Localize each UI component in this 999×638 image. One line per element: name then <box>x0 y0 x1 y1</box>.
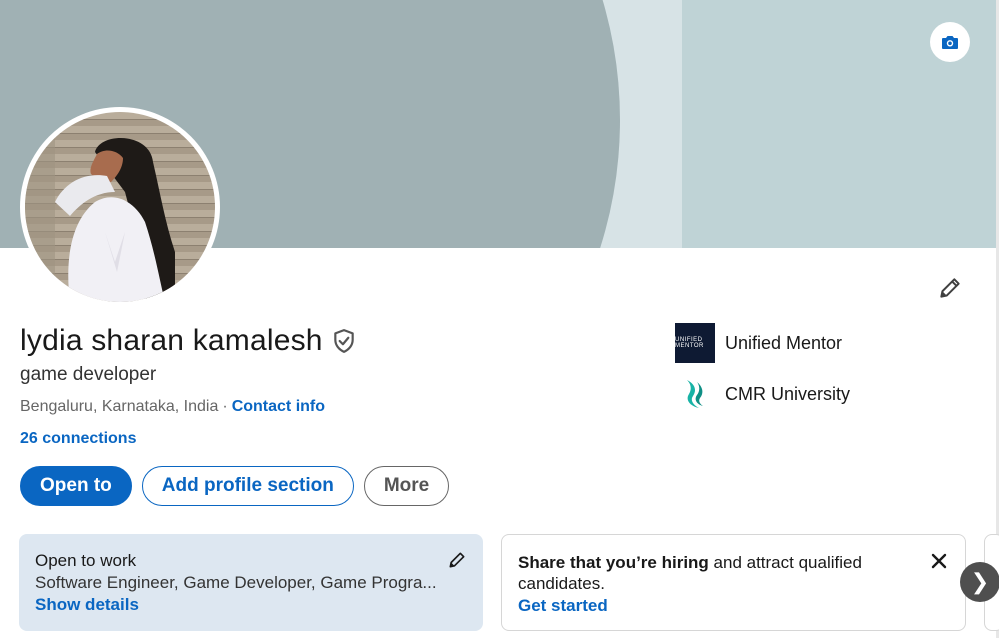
org-name: Unified Mentor <box>725 332 843 353</box>
show-details-link[interactable]: Show details <box>35 595 139 615</box>
edit-open-to-work-button[interactable] <box>445 548 469 572</box>
org-name: CMR University <box>725 383 851 404</box>
hiring-message-bold: Share that you’re hiring <box>518 553 709 572</box>
avatar[interactable] <box>20 107 220 307</box>
shield-check-icon[interactable] <box>331 328 357 354</box>
pencil-icon <box>940 278 960 298</box>
add-profile-section-button[interactable]: Add profile section <box>141 466 354 506</box>
open-to-button[interactable]: Open to <box>20 466 132 506</box>
more-button[interactable]: More <box>363 466 450 506</box>
open-to-work-card[interactable]: Open to work Software Engineer, Game Dev… <box>19 534 483 631</box>
profile-actions: Open to Add profile section More <box>20 466 450 506</box>
location-separator: · <box>222 398 228 415</box>
location-row: Bengaluru, Karnataka, India · Contact in… <box>20 398 325 416</box>
camera-icon <box>942 36 958 49</box>
profile-name: lydia sharan kamalesh <box>20 324 323 357</box>
contact-info-link[interactable]: Contact info <box>232 398 325 416</box>
avatar-photo <box>25 112 215 302</box>
profile-headline: game developer <box>20 364 157 385</box>
chevron-right-icon: ❯ <box>970 569 990 595</box>
unified-mentor-logo: UNIFIED MENTOR <box>675 323 715 363</box>
name-row: lydia sharan kamalesh <box>20 324 357 358</box>
close-icon <box>931 553 947 569</box>
get-started-link[interactable]: Get started <box>518 596 608 616</box>
hiring-card[interactable]: Share that you’re hiring and attract qua… <box>501 534 966 631</box>
pencil-icon <box>449 552 465 568</box>
dismiss-hiring-card-button[interactable] <box>927 549 951 573</box>
cmr-university-logo <box>675 374 715 414</box>
profile-location: Bengaluru, Karnataka, India <box>20 398 219 415</box>
open-to-work-roles: Software Engineer, Game Developer, Game … <box>35 573 437 592</box>
hiring-message: Share that you’re hiring and attract qua… <box>518 552 949 594</box>
edit-intro-button[interactable] <box>930 268 970 308</box>
org-cmr-university[interactable]: CMR University <box>675 374 850 414</box>
edit-banner-button[interactable] <box>930 22 970 62</box>
org-unified-mentor[interactable]: UNIFIED MENTOR Unified Mentor <box>675 323 842 363</box>
connections-link[interactable]: 26 connections <box>20 430 136 448</box>
carousel-next-button[interactable]: ❯ <box>960 562 999 602</box>
open-to-work-title: Open to work <box>35 551 137 570</box>
